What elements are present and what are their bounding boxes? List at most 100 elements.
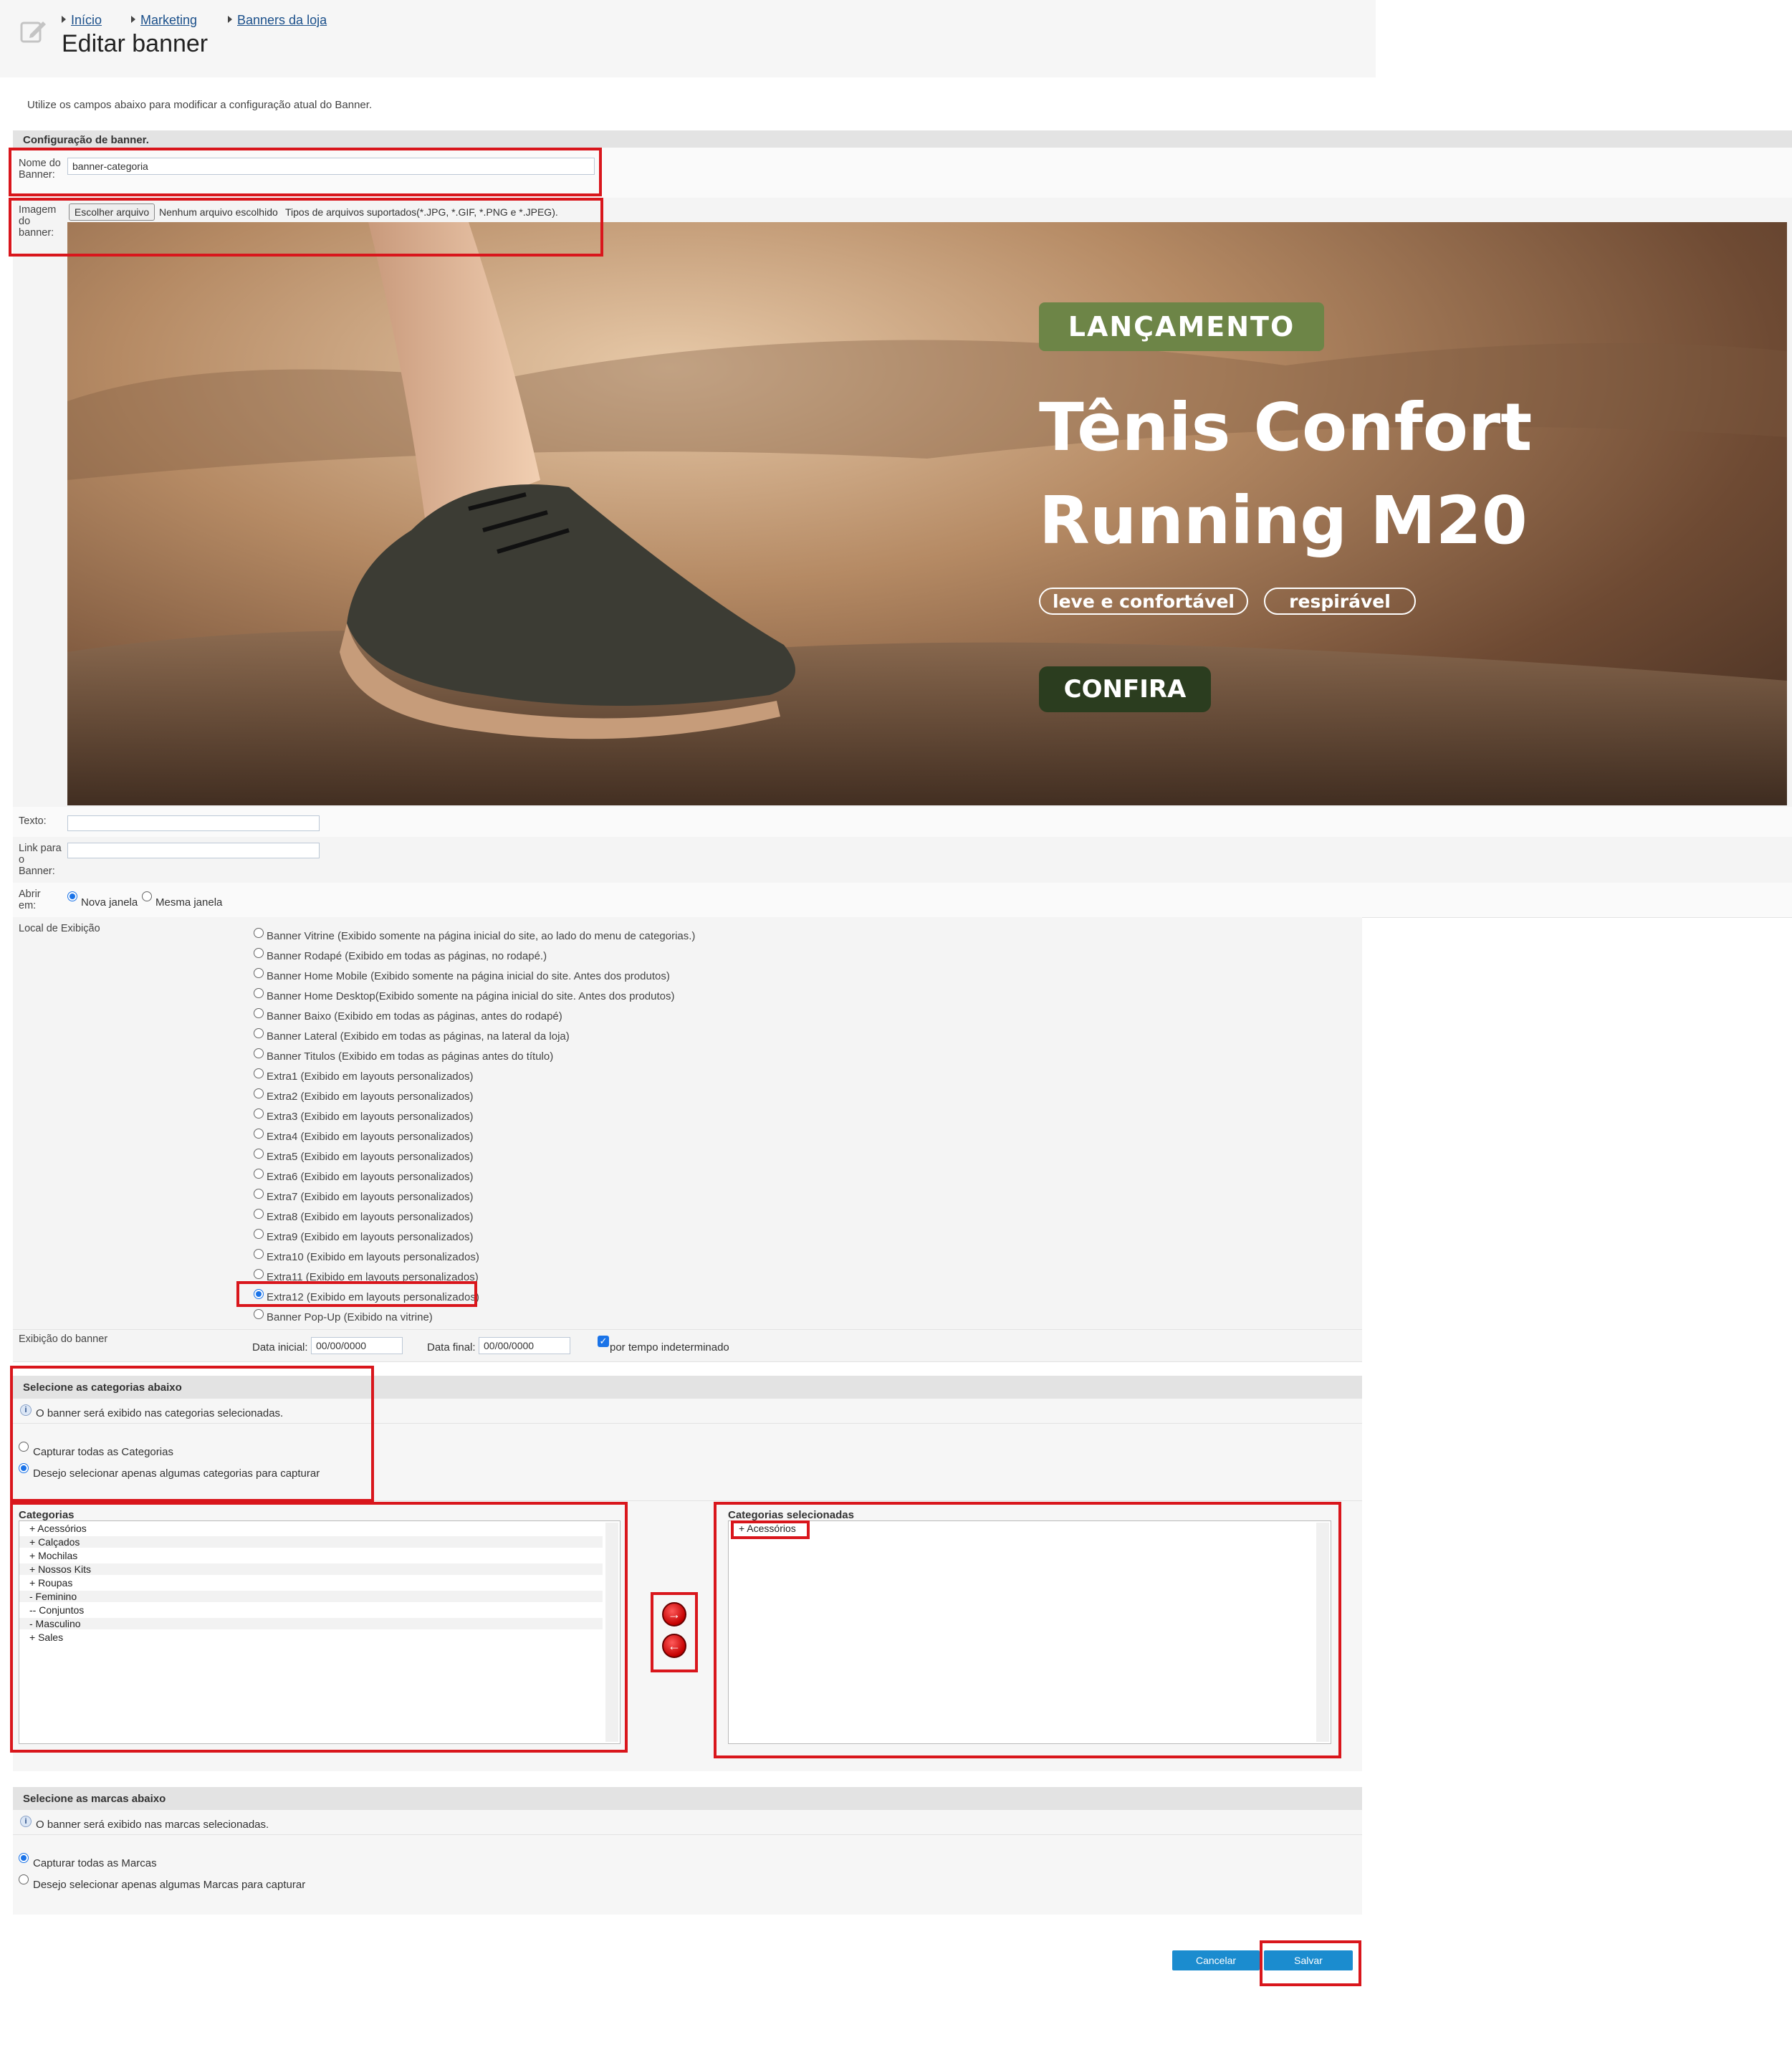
location-radio[interactable] (254, 1289, 264, 1299)
category-item[interactable]: + Sales (29, 1632, 63, 1643)
config-panel-header: Configuração de banner. (13, 130, 1792, 148)
location-radio[interactable] (254, 1108, 264, 1118)
start-date-label: Data inicial: (252, 1341, 308, 1354)
end-date-label: Data final: (427, 1341, 476, 1354)
location-radio[interactable] (254, 1149, 264, 1159)
remove-category-button[interactable]: ← (662, 1634, 686, 1658)
select-some-categories-label: Desejo selecionar apenas algumas categor… (33, 1467, 320, 1480)
location-option-label: Banner Baixo (Exibido em todas as página… (267, 1010, 562, 1022)
categories-scrollbar[interactable] (605, 1523, 618, 1742)
save-button[interactable]: Salvar (1264, 1950, 1353, 1970)
location-option-label: Extra12 (Exibido em layouts personalizad… (267, 1291, 479, 1303)
location-radio[interactable] (254, 1008, 264, 1018)
location-radio[interactable] (254, 1189, 264, 1199)
text-input[interactable] (67, 815, 320, 831)
banner-headline-line-2: Running M20 (1039, 482, 1528, 559)
location-radio[interactable] (254, 948, 264, 958)
banner-cta: CONFIRA (1039, 666, 1211, 712)
selected-categories-title: Categorias selecionadas (728, 1509, 854, 1521)
location-option-label: Extra2 (Exibido em layouts personalizado… (267, 1091, 474, 1103)
location-radio[interactable] (254, 1249, 264, 1259)
brands-section-title: Selecione as marcas abaixo (23, 1793, 166, 1805)
location-radio[interactable] (254, 1169, 264, 1179)
location-radio[interactable] (254, 1269, 264, 1279)
open-label: Abrir em: (19, 888, 41, 911)
location-radio[interactable] (254, 1048, 264, 1058)
open-same-window-label: Mesma janela (155, 896, 223, 909)
category-item[interactable]: - Feminino (19, 1591, 603, 1602)
breadcrumb-marketing[interactable]: Marketing (140, 13, 197, 28)
location-option-label: Banner Titulos (Exibido em todas as pági… (267, 1050, 554, 1063)
location-radio[interactable] (254, 1068, 264, 1078)
location-option-label: Banner Rodapé (Exibido em todas as págin… (267, 950, 547, 962)
location-radio[interactable] (254, 928, 264, 938)
page-header: Início Marketing Banners da loja Editar … (0, 0, 1376, 77)
file-types-note: Tipos de arquivos suportados(*.JPG, *.GI… (285, 206, 558, 218)
open-same-window-radio[interactable] (142, 891, 152, 901)
selected-categories-listbox[interactable]: + Acessórios (728, 1520, 1331, 1744)
choose-file-button[interactable]: Escolher arquivo (69, 203, 155, 221)
open-new-window-label: Nova janela (81, 896, 138, 909)
location-option-label: Extra5 (Exibido em layouts personalizado… (267, 1151, 474, 1163)
divider (13, 1834, 1362, 1835)
location-label: Local de Exibição (19, 923, 100, 934)
add-category-button[interactable]: → (662, 1602, 686, 1627)
category-item[interactable]: + Nossos Kits (19, 1563, 603, 1575)
location-radio[interactable] (254, 1309, 264, 1319)
location-radio[interactable] (254, 1209, 264, 1219)
categories-section-title: Selecione as categorias abaixo (23, 1381, 182, 1394)
info-icon: i (20, 1404, 32, 1416)
selected-categories-scrollbar[interactable] (1316, 1523, 1329, 1742)
brands-section-header: Selecione as marcas abaixo (13, 1787, 1362, 1810)
location-option-label: Banner Lateral (Exibido em todas as pági… (267, 1030, 570, 1043)
location-radio[interactable] (254, 1229, 264, 1239)
open-new-window-radio[interactable] (67, 891, 77, 901)
location-option-label: Extra6 (Exibido em layouts personalizado… (267, 1171, 474, 1183)
location-radio[interactable] (254, 1088, 264, 1098)
banner-name-input[interactable] (67, 158, 595, 175)
banner-pill-1: leve e confortável (1039, 588, 1248, 615)
category-item[interactable]: -- Conjuntos (29, 1604, 84, 1616)
start-date-input[interactable] (311, 1337, 403, 1354)
chevron-right-icon (228, 16, 232, 23)
categories-listbox[interactable]: + Acessórios + Calçados + Mochilas + Nossos… (19, 1520, 621, 1744)
indefinite-label: por tempo indeterminado (610, 1341, 729, 1354)
breadcrumb-banners[interactable]: Banners da loja (237, 13, 327, 28)
location-option-label: Extra10 (Exibido em layouts personalizad… (267, 1251, 479, 1263)
location-radio[interactable] (254, 968, 264, 978)
location-radio[interactable] (254, 1129, 264, 1139)
banner-tag: LANÇAMENTO (1039, 302, 1324, 351)
banner-pill-2: respirável (1264, 588, 1416, 615)
link-label: Link para o Banner: (19, 843, 62, 877)
end-date-input[interactable] (479, 1337, 570, 1354)
category-item[interactable]: + Calçados (19, 1536, 603, 1548)
categories-section-header: Selecione as categorias abaixo (13, 1376, 1362, 1399)
location-option-label: Extra3 (Exibido em layouts personalizado… (267, 1111, 474, 1123)
banner-preview-image: LANÇAMENTO Tênis Confort Running M20 lev… (67, 222, 1787, 805)
capture-all-categories-radio[interactable] (19, 1442, 29, 1452)
category-item[interactable]: + Roupas (29, 1577, 72, 1589)
location-option-label: Extra4 (Exibido em layouts personalizado… (267, 1131, 474, 1143)
banner-headline: Tênis Confort Running M20 (1039, 381, 1532, 567)
capture-all-brands-radio[interactable] (19, 1853, 29, 1863)
link-input[interactable] (67, 843, 320, 858)
location-option-label: Banner Pop-Up (Exibido na vitrine) (267, 1311, 433, 1323)
breadcrumb-inicio[interactable]: Início (71, 13, 102, 28)
indefinite-checkbox[interactable]: ✓ (598, 1336, 609, 1347)
category-item[interactable]: + Acessórios (29, 1523, 87, 1534)
name-label: Nome do Banner: (19, 158, 61, 181)
location-option-label: Extra1 (Exibido em layouts personalizado… (267, 1070, 474, 1083)
select-some-brands-radio[interactable] (19, 1874, 29, 1884)
edit-icon (20, 21, 46, 43)
categories-info: O banner será exibido nas categorias sel… (36, 1407, 284, 1419)
category-item[interactable]: + Mochilas (29, 1550, 77, 1561)
page-title: Editar banner (62, 30, 209, 57)
select-some-categories-radio[interactable] (19, 1463, 29, 1473)
category-item[interactable]: - Masculino (19, 1618, 603, 1629)
location-radio[interactable] (254, 1028, 264, 1038)
location-radio[interactable] (254, 988, 264, 998)
cancel-button[interactable]: Cancelar (1172, 1950, 1260, 1970)
location-option-label: Banner Vitrine (Exibido somente na págin… (267, 930, 696, 942)
selected-category-item[interactable]: + Acessórios (739, 1523, 796, 1534)
location-panel (13, 917, 1362, 1329)
